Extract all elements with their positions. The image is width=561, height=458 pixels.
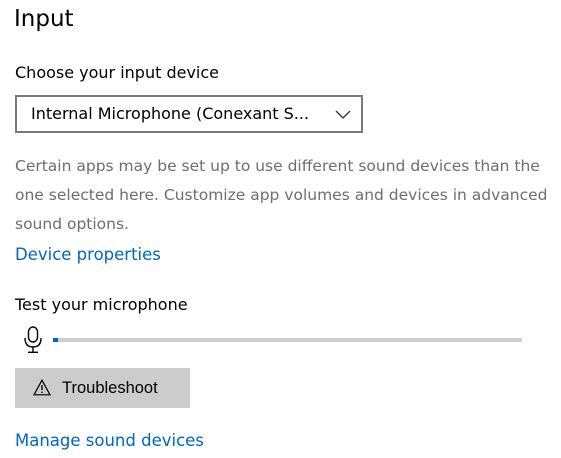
input-device-label: Choose your input device — [15, 63, 220, 82]
manage-sound-devices-link[interactable]: Manage sound devices — [15, 430, 204, 452]
troubleshoot-label: Troubleshoot — [62, 379, 158, 397]
chevron-down-icon — [335, 110, 351, 119]
input-device-dropdown[interactable]: Internal Microphone (Conexant S... — [15, 95, 363, 133]
input-device-description: Certain apps may be set up to use differ… — [15, 157, 548, 233]
microphone-icon — [24, 326, 42, 353]
test-microphone-label: Test your microphone — [15, 295, 188, 314]
input-device-selected-value: Internal Microphone (Conexant S... — [31, 104, 310, 123]
troubleshoot-button[interactable]: Troubleshoot — [15, 368, 190, 408]
microphone-level-fill — [53, 338, 58, 342]
microphone-level-meter — [53, 338, 522, 342]
sound-settings-input-section: Input Choose your input device Internal … — [0, 0, 561, 458]
device-properties-link[interactable]: Device properties — [15, 244, 161, 266]
section-title: Input — [14, 6, 74, 32]
warning-icon — [33, 379, 51, 396]
